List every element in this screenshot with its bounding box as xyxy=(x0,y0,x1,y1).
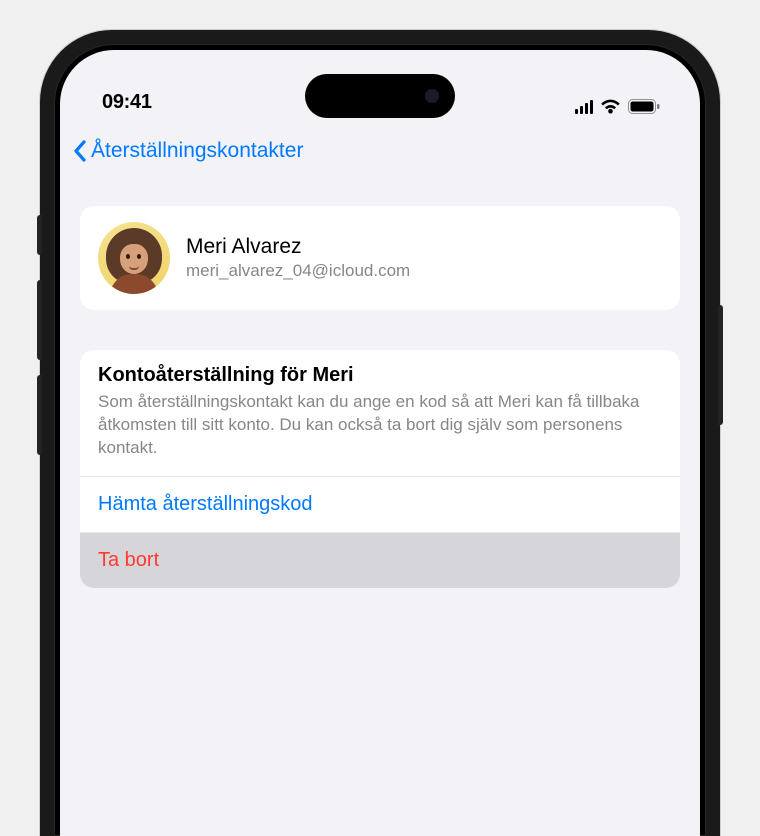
recovery-card: Kontoåterställning för Meri Som återstäl… xyxy=(80,350,680,588)
screen: 09:41 xyxy=(60,50,700,836)
cell-signal-icon xyxy=(575,100,594,114)
recovery-title: Kontoåterställning för Meri xyxy=(98,364,662,387)
recovery-description: Som återställningskontakt kan du ange en… xyxy=(98,391,662,460)
status-time: 09:41 xyxy=(102,91,152,114)
back-label: Återställningskontakter xyxy=(91,139,303,163)
contact-email: meri_alvarez_04@icloud.com xyxy=(186,261,662,281)
side-button-power xyxy=(718,305,723,425)
side-button-volume-down xyxy=(37,375,42,455)
avatar xyxy=(98,222,170,294)
contact-card: Meri Alvarez meri_alvarez_04@icloud.com xyxy=(80,206,680,310)
dynamic-island xyxy=(305,74,455,118)
contact-name: Meri Alvarez xyxy=(186,235,662,259)
side-button-silent xyxy=(37,215,42,255)
nav-bar: Återställningskontakter xyxy=(60,126,700,176)
chevron-left-icon xyxy=(72,139,88,163)
battery-icon xyxy=(628,99,660,114)
remove-button[interactable]: Ta bort xyxy=(80,533,680,588)
phone-frame: 09:41 xyxy=(40,30,720,836)
get-recovery-code-button[interactable]: Hämta återställningskod xyxy=(80,477,680,533)
status-icons xyxy=(575,99,661,114)
back-button[interactable]: Återställningskontakter xyxy=(72,139,303,163)
recovery-info-block: Kontoåterställning för Meri Som återstäl… xyxy=(80,350,680,477)
side-button-volume-up xyxy=(37,280,42,360)
wifi-icon xyxy=(600,99,621,114)
